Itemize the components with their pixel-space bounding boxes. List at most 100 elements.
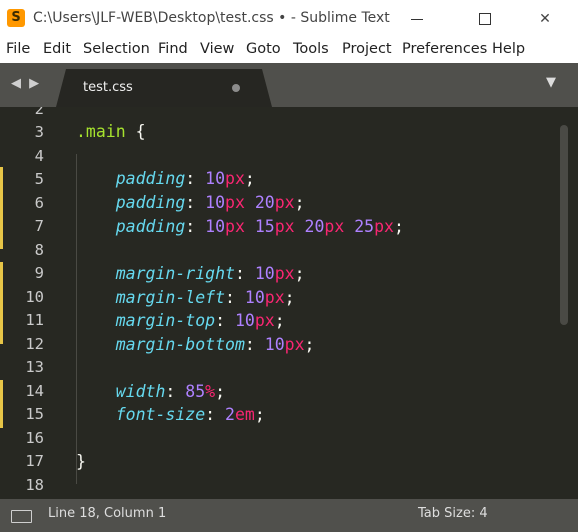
css-unit: px [225,193,245,212]
css-unit: px [225,217,245,236]
css-number: 10 [234,311,255,330]
tab-dropdown-icon[interactable]: ▼ [546,75,556,90]
menu-tools[interactable]: Tools [293,41,329,57]
line-number: 9 [34,264,44,282]
line-number: 14 [25,382,44,400]
css-number: 20 [304,217,325,236]
css-selector: .main [76,122,126,141]
line-number: 18 [25,476,44,494]
css-number: 2 [225,405,235,424]
css-unit: px [274,193,295,212]
title-bar: C:\Users\JLF-WEB\Desktop\test.css • - Su… [0,0,578,38]
line-number: 4 [34,147,44,165]
code-line: padding: 10px 15px 20px 25px; [115,217,404,236]
css-property: padding [115,169,186,188]
code-line: padding: 10px 20px; [115,193,305,212]
code-line: margin-right: 10px; [115,264,305,283]
css-unit: px [225,169,245,188]
close-icon: ✕ [539,11,551,27]
css-unit: % [205,382,216,401]
line-number-gutter: 2 3 4 5 6 7 8 9 10 11 12 13 14 15 16 17 … [0,107,70,499]
tab-size-indicator[interactable]: Tab Size: 4 [418,506,488,521]
css-property: margin-right [115,264,235,283]
css-property: margin-bottom [115,335,245,354]
tab-test-css[interactable]: test.css [56,69,272,107]
open-brace: { [125,122,146,141]
sublime-text-icon [7,9,25,27]
css-unit: px [374,217,394,236]
close-brace: } [76,452,86,471]
menu-find[interactable]: Find [158,41,188,57]
menu-file[interactable]: File [6,41,30,57]
minimize-button[interactable] [394,0,440,38]
css-unit: px [274,264,295,283]
code-line: .main { [76,122,146,141]
css-number: 25 [354,217,375,236]
line-number: 8 [34,241,44,259]
line-number: 15 [25,405,44,423]
modified-line-marker [0,380,3,428]
css-number: 10 [205,169,226,188]
modified-line-marker [0,167,3,249]
css-unit: px [324,217,345,236]
menu-bar: File Edit Selection Find View Goto Tools… [0,38,578,63]
css-property: margin-left [115,288,226,307]
line-number: 2 [34,107,44,118]
line-number: 13 [25,358,44,376]
unsaved-dot-icon[interactable] [232,84,240,92]
menu-goto[interactable]: Goto [246,41,281,57]
css-unit: em [234,405,255,424]
tab-nav-arrows-icon[interactable]: ◀ ▶ [11,76,41,91]
scrollbar-thumb[interactable] [560,125,568,325]
css-number: 10 [264,335,285,354]
css-unit: px [284,335,305,354]
code-line: margin-left: 10px; [115,288,295,307]
css-unit: px [264,288,285,307]
panel-toggle-icon[interactable] [11,510,32,523]
line-number: 12 [25,335,44,353]
menu-selection[interactable]: Selection [83,41,150,57]
css-unit: px [274,217,295,236]
code-line: font-size: 2em; [115,405,265,424]
close-button[interactable]: ✕ [522,0,568,38]
line-number: 5 [34,170,44,188]
css-number: 15 [254,217,275,236]
code-editor[interactable]: 2 3 4 5 6 7 8 9 10 11 12 13 14 15 16 17 … [0,107,578,499]
css-unit: px [254,311,275,330]
tab-bar: ◀ ▶ test.css ▼ [0,63,578,107]
window-title: C:\Users\JLF-WEB\Desktop\test.css • - Su… [33,10,390,26]
code-line: padding: 10px; [115,169,255,188]
maximize-button[interactable] [462,0,508,38]
line-number: 17 [25,452,44,470]
menu-project[interactable]: Project [342,41,392,57]
line-number: 11 [25,311,44,329]
line-number: 16 [25,429,44,447]
code-line: } [76,452,86,471]
menu-preferences[interactable]: Preferences [402,41,487,57]
css-property: margin-top [115,311,216,330]
css-property: width [115,382,166,401]
line-number: 3 [34,123,44,141]
css-number: 10 [244,288,265,307]
line-number: 7 [34,217,44,235]
css-property: padding [115,193,186,212]
menu-help[interactable]: Help [492,41,525,57]
code-line: width: 85%; [115,382,226,401]
modified-line-marker [0,262,3,344]
menu-edit[interactable]: Edit [43,41,71,57]
code-line: margin-top: 10px; [115,311,285,330]
css-number: 10 [205,217,226,236]
css-number: 85 [185,382,206,401]
tab-label: test.css [83,80,133,95]
css-number: 20 [254,193,275,212]
menu-view[interactable]: View [200,41,234,57]
code-line: margin-bottom: 10px; [115,335,315,354]
status-bar: Line 18, Column 1 Tab Size: 4 [0,499,578,532]
line-number: 6 [34,194,44,212]
line-number: 10 [25,288,44,306]
css-number: 10 [205,193,226,212]
css-number: 10 [254,264,275,283]
css-property: font-size [115,405,206,424]
css-property: padding [115,217,186,236]
cursor-position: Line 18, Column 1 [48,506,167,521]
